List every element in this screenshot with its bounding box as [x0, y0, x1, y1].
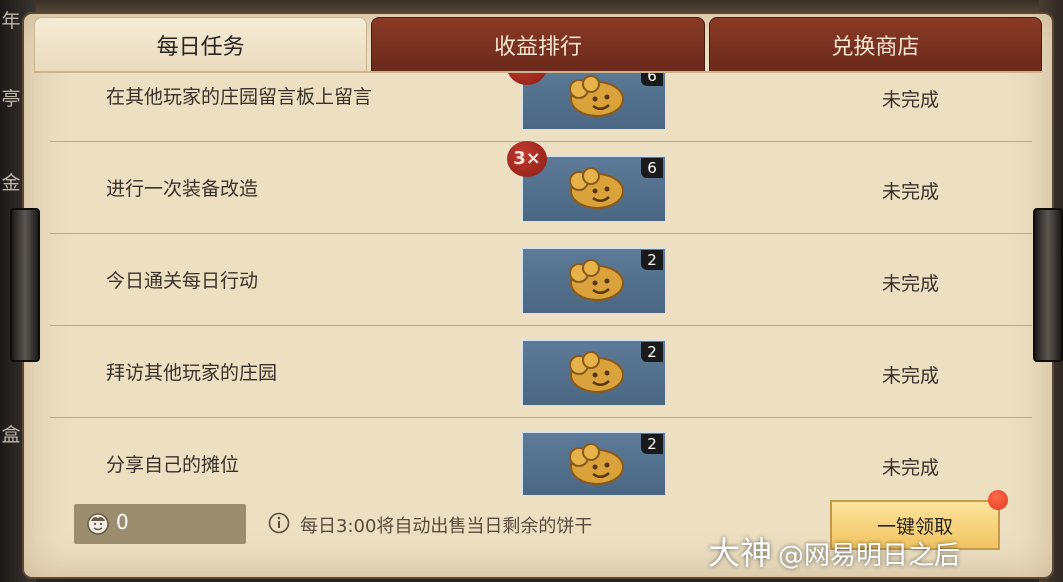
cookie-icon: [569, 443, 624, 485]
tab-exchange-shop[interactable]: 兑换商店: [708, 17, 1042, 73]
watermark-brand: 大神: [708, 534, 773, 572]
reward-slot[interactable]: 6 3×: [507, 73, 666, 130]
panel-clasp-right: [1033, 208, 1063, 362]
background-char: 盒: [1, 424, 21, 446]
task-row: 今日通关每日行动 2 未完成: [50, 233, 1032, 326]
task-status: 未完成: [882, 365, 940, 387]
background-char: 金: [1, 172, 21, 194]
info-icon: [268, 512, 290, 534]
reward-slot[interactable]: 2: [522, 340, 666, 406]
auto-sell-notice: 每日3:00将自动出售当日剩余的饼干: [300, 516, 593, 537]
reward-count: 2: [641, 342, 663, 362]
cookie-icon: [569, 167, 624, 209]
multiplier-badge: 3×: [507, 141, 547, 177]
reward-count: 6: [641, 158, 663, 178]
reward-count: 2: [641, 250, 663, 270]
cookie-icon: [569, 351, 624, 393]
task-name: 今日通关每日行动: [106, 270, 259, 292]
task-row: 拜访其他玩家的庄园 2 未完成: [50, 325, 1032, 418]
tab-daily-tasks[interactable]: 每日任务: [34, 17, 368, 73]
cookie-icon: [569, 75, 624, 117]
watermark: 大神 @网易明日之后: [708, 528, 960, 574]
task-row: 进行一次装备改造 6 3× 未完成: [50, 141, 1032, 234]
task-name: 进行一次装备改造: [106, 178, 259, 200]
watermark-handle: @网易明日之后: [778, 541, 961, 571]
task-status: 未完成: [882, 457, 940, 479]
reward-count: 2: [641, 434, 663, 454]
panel-clasp-left: [10, 208, 40, 362]
reward-slot[interactable]: 6 3×: [507, 141, 666, 222]
multiplier-badge: 3×: [507, 73, 547, 85]
task-name: 在其他玩家的庄园留言板上留言: [106, 86, 373, 108]
task-row: 分享自己的摊位 2 未完成: [50, 417, 1032, 495]
daily-task-panel: 每日任务 收益排行 兑换商店 在其他玩家的庄园留言板上留言 6 3× 未完成: [22, 12, 1054, 579]
reward-count: 6: [641, 73, 663, 86]
reward-slot[interactable]: 2: [522, 248, 666, 314]
cookie-icon: [569, 259, 624, 301]
tab-bar: 每日任务 收益排行 兑换商店: [34, 17, 1042, 73]
task-status: 未完成: [882, 273, 940, 295]
task-status: 未完成: [882, 181, 940, 203]
tab-earnings-ranking[interactable]: 收益排行: [371, 17, 705, 73]
task-status: 未完成: [882, 89, 940, 111]
task-row: 在其他玩家的庄园留言板上留言 6 3× 未完成: [50, 73, 1032, 142]
notification-dot: [988, 490, 1008, 510]
cookie-balance: 0: [74, 504, 246, 544]
background-char: 亭: [1, 88, 21, 110]
cookie-face-icon: [87, 513, 109, 535]
background-char: 年: [1, 10, 21, 32]
task-list[interactable]: 在其他玩家的庄园留言板上留言 6 3× 未完成 进行一次装备改造: [50, 73, 1032, 495]
task-name: 拜访其他玩家的庄园: [106, 362, 278, 384]
cookie-balance-value: 0: [116, 510, 129, 534]
task-name: 分享自己的摊位: [106, 454, 240, 476]
reward-slot[interactable]: 2: [522, 432, 666, 495]
